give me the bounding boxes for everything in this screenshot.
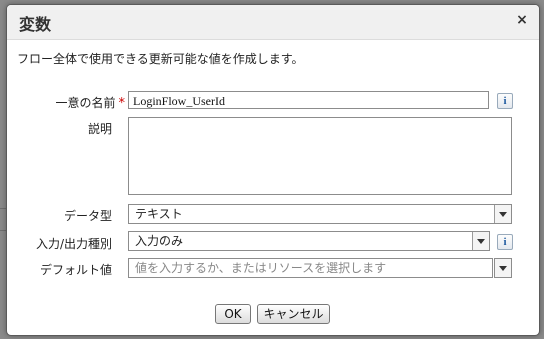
default-value-input[interactable]: 値を入力するか、またはリソースを選択します bbox=[128, 258, 493, 278]
dialog-title: 変数 bbox=[19, 15, 52, 34]
data-type-select[interactable]: テキスト bbox=[128, 204, 512, 224]
chevron-down-icon[interactable] bbox=[494, 258, 512, 278]
chevron-down-icon bbox=[472, 232, 489, 250]
io-type-info-icon[interactable]: i bbox=[497, 234, 513, 250]
cancel-button[interactable]: キャンセル bbox=[257, 304, 330, 324]
io-type-label: 入力/出力種別 bbox=[35, 237, 112, 251]
default-value-label: デフォルト値 bbox=[39, 263, 112, 277]
unique-name-label: 一意の名前 * bbox=[37, 94, 125, 111]
chevron-down-icon bbox=[494, 205, 511, 223]
io-type-value: 入力のみ bbox=[135, 234, 184, 248]
io-type-select[interactable]: 入力のみ bbox=[128, 231, 490, 251]
unique-name-info-icon[interactable]: i bbox=[497, 93, 513, 109]
description-label: 説明 bbox=[87, 122, 112, 136]
data-type-label: データ型 bbox=[63, 209, 112, 223]
required-marker: * bbox=[118, 96, 126, 111]
variable-dialog: 変数 × フロー全体で使用できる更新可能な値を作成します。 一意の名前 * Log… bbox=[6, 4, 540, 336]
close-icon[interactable]: × bbox=[515, 13, 529, 27]
description-textarea[interactable] bbox=[128, 117, 512, 195]
unique-name-input[interactable]: LoginFlow_UserId bbox=[128, 91, 489, 109]
default-value-combo: 値を入力するか、またはリソースを選択します bbox=[128, 258, 512, 278]
unique-name-label-text: 一意の名前 bbox=[55, 96, 116, 110]
dialog-titlebar: 変数 × bbox=[7, 5, 539, 40]
dialog-description: フロー全体で使用できる更新可能な値を作成します。 bbox=[17, 52, 304, 66]
ok-button[interactable]: OK bbox=[215, 304, 251, 324]
data-type-value: テキスト bbox=[135, 207, 183, 221]
